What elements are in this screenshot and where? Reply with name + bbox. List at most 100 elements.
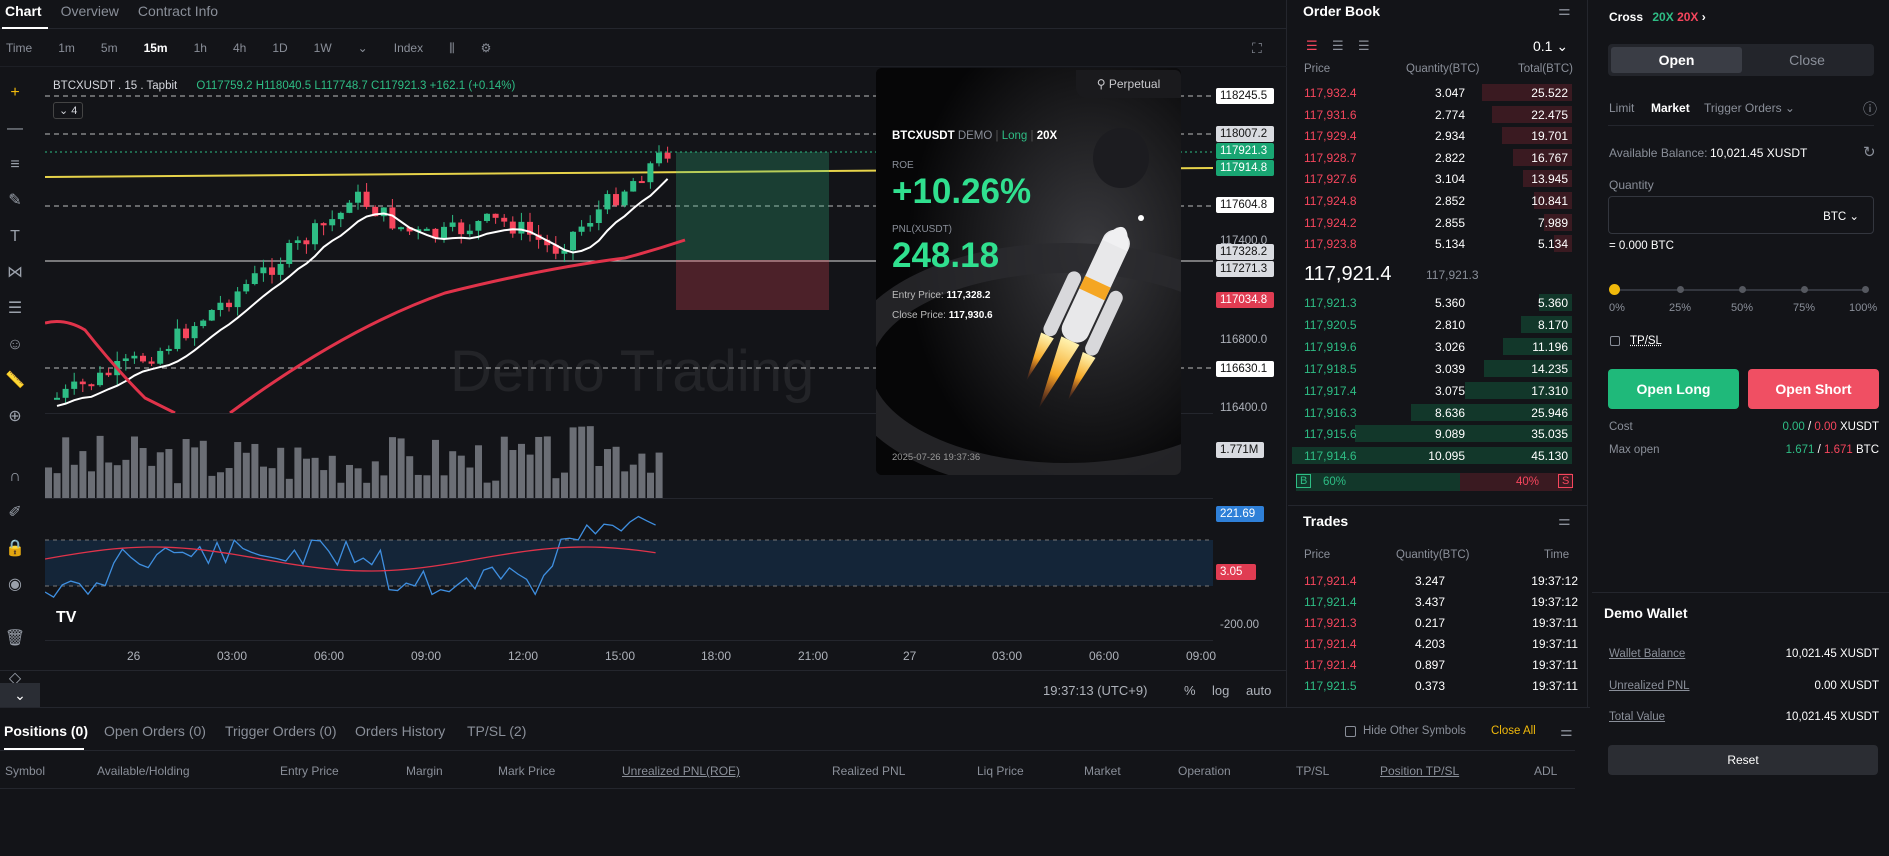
timeframe-time[interactable]: Time <box>6 41 32 55</box>
line-tool-icon[interactable]: — <box>4 118 26 140</box>
close-tab[interactable]: Close <box>1742 47 1872 73</box>
trade-row: 117,921.4 0.897 19:37:11 <box>1288 654 1588 675</box>
eye-icon[interactable]: ◉ <box>4 574 26 596</box>
timeframe-1m[interactable]: 1m <box>58 41 75 55</box>
parallel-lines-icon[interactable]: ≡ <box>4 154 26 176</box>
zoom-icon[interactable]: ⊕ <box>4 406 26 428</box>
tab-overview[interactable]: Overview <box>56 0 133 29</box>
tab-contract-info[interactable]: Contract Info <box>133 0 232 29</box>
info-icon[interactable]: ⓘ <box>1863 99 1877 119</box>
card-side: Long <box>1001 130 1028 142</box>
timeframe-15m[interactable]: 15m <box>144 41 168 55</box>
time-tick: 12:00 <box>508 649 539 663</box>
ruler-icon[interactable]: 📏 <box>4 370 26 392</box>
order-type-limit[interactable]: Limit <box>1609 101 1634 115</box>
bid-row[interactable]: 117,917.4 3.075 17.310 <box>1288 380 1588 401</box>
trash-icon[interactable]: 🗑 <box>4 628 26 650</box>
measure-lines-icon[interactable]: ☰ <box>4 298 26 320</box>
bid-row[interactable]: 117,918.5 3.039 14.235 <box>1288 358 1588 379</box>
close-all-button[interactable]: Close All <box>1491 725 1536 737</box>
auto-scale-button[interactable]: auto <box>1246 683 1271 698</box>
bid-row[interactable]: 117,914.6 10.095 45.130 <box>1288 445 1588 466</box>
emoji-icon[interactable]: ☺ <box>4 334 26 356</box>
candle-body <box>97 372 103 386</box>
tab-trigger-orders[interactable]: Trigger Orders (0) <box>225 723 337 739</box>
candle-body <box>638 181 645 184</box>
open-tab[interactable]: Open <box>1611 47 1742 73</box>
timeframe-4h[interactable]: 4h <box>233 41 246 55</box>
text-tool-icon[interactable]: T <box>4 226 26 248</box>
ask-row[interactable]: 117,932.4 3.047 25.522 <box>1288 82 1588 103</box>
magnet-icon[interactable]: ∩ <box>4 466 26 488</box>
ask-total: 5.134 <box>1537 237 1568 252</box>
tab-positions[interactable]: Positions (0) <box>4 723 88 739</box>
percent-scale-button[interactable]: % <box>1184 683 1196 698</box>
both-sides-view-icon[interactable]: ☰ <box>1306 38 1318 54</box>
bid-row[interactable]: 117,919.6 3.026 11.196 <box>1288 336 1588 357</box>
volume-bar <box>423 475 431 499</box>
volume-bar <box>70 464 78 499</box>
reset-button[interactable]: Reset <box>1608 745 1878 775</box>
fullscreen-icon[interactable]: ⛶ <box>1252 40 1262 57</box>
margin-mode[interactable]: Cross 20X 20X › <box>1609 10 1706 24</box>
bids-view-icon[interactable]: ☰ <box>1358 38 1370 54</box>
ask-row[interactable]: 117,923.8 5.134 5.134 <box>1288 233 1588 254</box>
crosshair-icon[interactable]: + <box>4 82 26 104</box>
bid-row[interactable]: 117,916.3 8.636 25.946 <box>1288 402 1588 423</box>
volume-bar <box>629 464 637 499</box>
log-scale-button[interactable]: log <box>1212 683 1229 698</box>
pencil-lock-icon[interactable]: ✐ <box>4 502 26 524</box>
bid-row[interactable]: 117,921.3 5.360 5.360 <box>1288 292 1588 313</box>
hide-other-checkbox[interactable] <box>1345 726 1356 737</box>
timeframe-1h[interactable]: 1h <box>194 41 207 55</box>
brush-icon[interactable]: ✎ <box>4 190 26 212</box>
ask-row[interactable]: 117,924.8 2.852 10.841 <box>1288 190 1588 211</box>
tab-open-orders[interactable]: Open Orders (0) <box>104 723 206 739</box>
settings-icon[interactable]: ⚌ <box>1560 723 1573 740</box>
tpsl-checkbox[interactable] <box>1610 336 1620 346</box>
candle-body <box>449 222 456 227</box>
timeframe-1w[interactable]: 1W <box>314 41 332 55</box>
timeframe-1d[interactable]: 1D <box>272 41 287 55</box>
ask-row[interactable]: 117,924.2 2.855 7.989 <box>1288 212 1588 233</box>
volume-bar <box>552 478 560 499</box>
price-axis: 118245.5 118007.2 117921.3 117914.8 1176… <box>1213 68 1287 638</box>
candle-type-icon[interactable]: ⫼ <box>449 41 455 56</box>
quantity-input[interactable]: BTC ⌄ <box>1608 196 1874 234</box>
open-short-button[interactable]: Open Short <box>1748 369 1879 409</box>
stop-loss-zone <box>676 260 829 310</box>
price-label-entry: 117328.2 <box>1216 244 1274 260</box>
slider-handle[interactable] <box>1609 284 1620 295</box>
quantity-unit-select[interactable]: BTC ⌄ <box>1823 209 1859 223</box>
settings-icon[interactable]: ⚌ <box>1558 2 1571 19</box>
tab-orders-history[interactable]: Orders History <box>355 723 445 739</box>
ask-row[interactable]: 117,928.7 2.822 16.767 <box>1288 147 1588 168</box>
ask-row[interactable]: 117,927.6 3.104 13.945 <box>1288 168 1588 189</box>
tab-chart[interactable]: Chart <box>0 0 56 29</box>
indicator-tick: -200.00 <box>1220 619 1260 631</box>
pattern-icon[interactable]: ⋈ <box>4 262 26 284</box>
tab-tpsl[interactable]: TP/SL (2) <box>467 723 526 739</box>
lock-icon[interactable]: 🔒 <box>4 538 26 560</box>
chevron-down-icon[interactable]: ⌄ <box>358 41 368 55</box>
indicator-label-2: 3.05 <box>1216 564 1256 580</box>
order-type-trigger[interactable]: Trigger Orders ⌄ <box>1704 101 1795 115</box>
slider-mark: 0% <box>1609 302 1625 314</box>
precision-select[interactable]: 0.1 ⌄ <box>1533 38 1568 55</box>
ask-row[interactable]: 117,931.6 2.774 22.475 <box>1288 104 1588 125</box>
volume-bar <box>569 427 577 499</box>
candle-body <box>604 194 611 210</box>
settings-icon[interactable]: ⚌ <box>1558 512 1571 529</box>
candle-body <box>475 220 482 231</box>
volume-bar <box>199 440 207 499</box>
bid-row[interactable]: 117,920.5 2.810 8.170 <box>1288 314 1588 335</box>
bid-row[interactable]: 117,915.6 9.089 35.035 <box>1288 423 1588 444</box>
gear-icon[interactable]: ⚙ <box>481 41 492 55</box>
ask-row[interactable]: 117,929.4 2.934 19.701 <box>1288 125 1588 146</box>
asks-view-icon[interactable]: ☰ <box>1332 38 1344 54</box>
timeframe-5m[interactable]: 5m <box>101 41 118 55</box>
index-button[interactable]: Index <box>394 41 423 55</box>
open-long-button[interactable]: Open Long <box>1608 369 1739 409</box>
order-type-market[interactable]: Market <box>1651 101 1690 115</box>
refresh-icon[interactable]: ↻ <box>1863 143 1876 161</box>
